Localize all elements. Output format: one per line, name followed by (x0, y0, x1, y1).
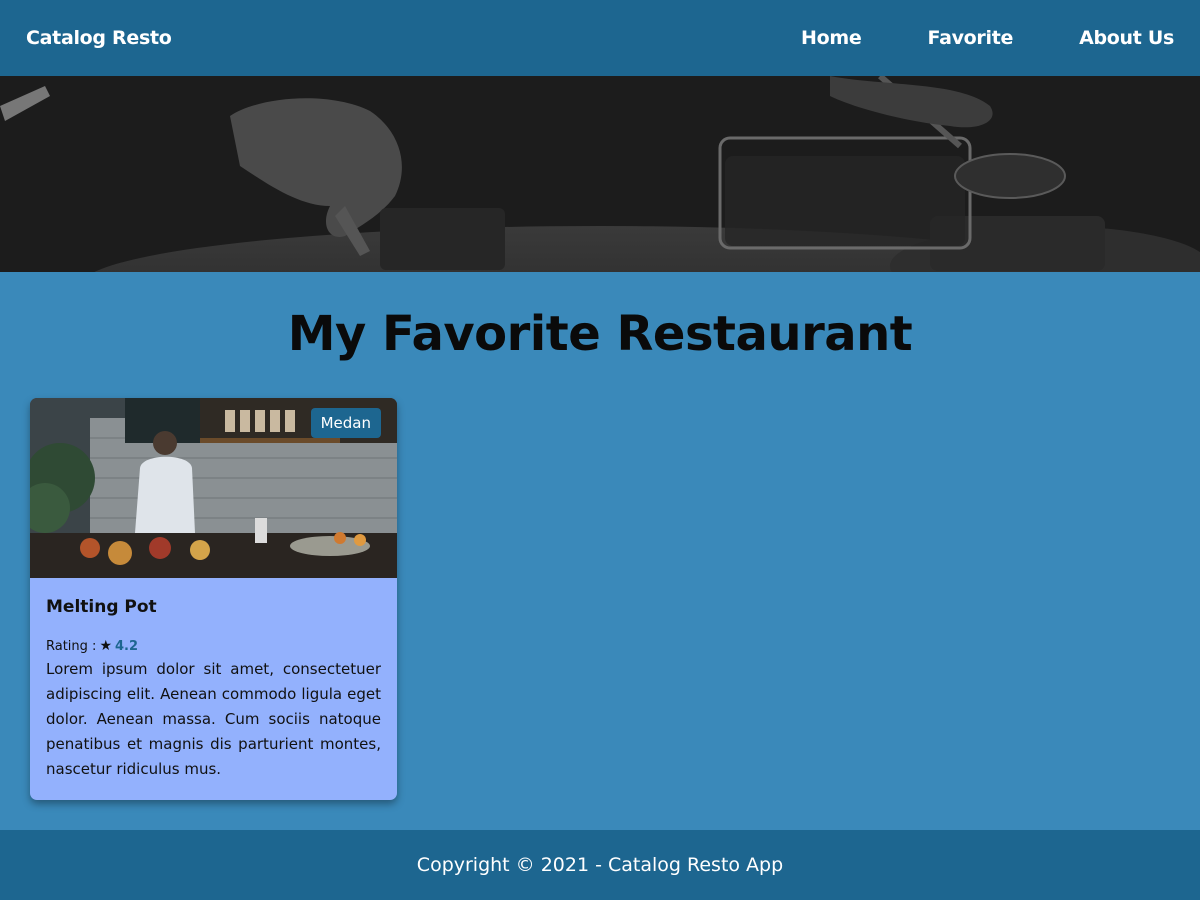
nav-links: Home Favorite About Us (735, 27, 1174, 49)
footer-copyright: Copyright © 2021 - Catalog Resto App (416, 854, 784, 876)
hero-photo-illustration (0, 76, 1200, 272)
navbar: Catalog Resto Home Favorite About Us (0, 0, 1200, 76)
rating: Rating : ★ 4.2 (46, 638, 381, 654)
hero-image (0, 76, 1200, 272)
card-body: Melting Pot Rating : ★ 4.2 Lorem ipsum d… (30, 578, 397, 782)
star-icon: ★ (99, 638, 112, 654)
city-badge: Medan (310, 408, 381, 438)
rating-value: 4.2 (115, 638, 139, 654)
page-title: My Favorite Restaurant (287, 306, 913, 362)
nav-link-about-us[interactable]: About Us (1079, 27, 1174, 49)
footer: Copyright © 2021 - Catalog Resto App (0, 830, 1200, 900)
rating-label: Rating : (46, 638, 97, 654)
restaurant-name-link[interactable]: Melting Pot (46, 597, 381, 617)
nav-link-home[interactable]: Home (801, 27, 862, 49)
nav-link-favorite[interactable]: Favorite (928, 27, 1014, 49)
restaurant-description: Lorem ipsum dolor sit amet, consectetuer… (46, 660, 381, 778)
brand-logo-link[interactable]: Catalog Resto (26, 27, 172, 49)
restaurant-image: Medan (30, 398, 397, 578)
restaurant-card[interactable]: Medan Melting Pot Rating : ★ 4.2 Lorem i… (30, 398, 397, 800)
